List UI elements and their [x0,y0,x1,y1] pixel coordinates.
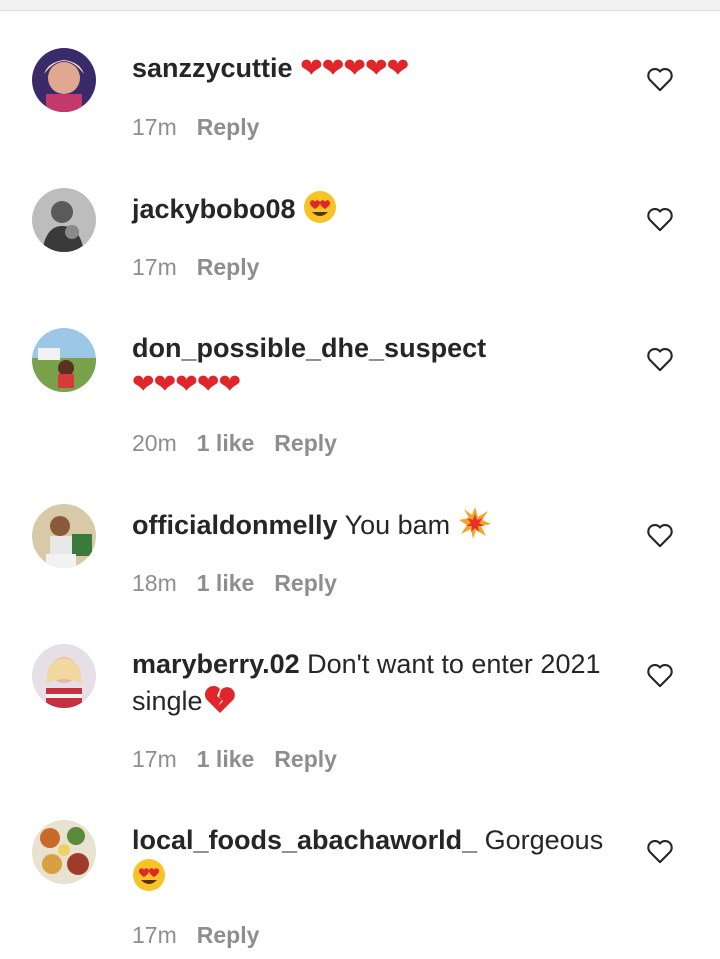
comment-body: officialdonmelly You bam [132,506,622,543]
comment-meta: 17m Reply [132,113,259,141]
comment-text: ❤❤❤❤❤ [300,53,409,84]
comment-time[interactable]: 17m [132,921,177,949]
comment-text: ❤❤❤❤❤ [132,369,241,400]
comment-body: sanzzycuttie ❤❤❤❤❤ [132,50,622,87]
comment-time[interactable]: 17m [132,745,177,773]
avatar[interactable] [32,188,96,252]
reply-button[interactable]: Reply [197,253,260,281]
reply-button[interactable]: Reply [197,921,260,949]
heart-eyes-emoji-icon [303,190,337,224]
comment-time[interactable]: 20m [132,429,177,457]
comment-meta: 18m 1 like Reply [132,569,337,597]
reply-button[interactable]: Reply [274,745,337,773]
reply-button[interactable]: Reply [274,429,337,457]
likes-count[interactable]: 1 like [197,429,255,457]
comment-body: jackybobo08 [132,190,622,227]
comment-meta: 17m Reply [132,921,259,949]
heart-outline-icon[interactable] [646,66,674,92]
avatar[interactable] [32,820,96,884]
comment-time[interactable]: 17m [132,113,177,141]
likes-count[interactable]: 1 like [197,745,255,773]
comment-text: You bam [344,510,451,540]
comment-username[interactable]: jackybobo08 [132,194,296,224]
heart-outline-icon[interactable] [646,346,674,372]
comment-time[interactable]: 18m [132,569,177,597]
comment-body: local_foods_abachaworld_ Gorgeous [132,822,622,895]
reply-button[interactable]: Reply [197,113,260,141]
avatar[interactable] [32,48,96,112]
avatar[interactable] [32,644,96,708]
comment-body: don_possible_dhe_suspect ❤❤❤❤❤ [132,330,622,403]
comment-username[interactable]: sanzzycuttie [132,53,293,83]
comment-text: Gorgeous [484,825,604,855]
comment-meta: 20m 1 like Reply [132,429,337,457]
comment-body: maryberry.02 Don't want to enter 2021 si… [132,646,622,719]
heart-outline-icon[interactable] [646,206,674,232]
likes-count[interactable]: 1 like [197,569,255,597]
heart-eyes-emoji-icon [132,858,166,892]
comment-username[interactable]: officialdonmelly [132,510,338,540]
comment-username[interactable]: don_possible_dhe_suspect [132,333,486,363]
comment-username[interactable]: local_foods_abachaworld_ [132,825,477,855]
comment-meta: 17m Reply [132,253,259,281]
heart-outline-icon[interactable] [646,662,674,688]
heart-outline-icon[interactable] [646,522,674,548]
top-divider-bar [0,0,720,11]
collision-emoji-icon [458,506,492,540]
heart-outline-icon[interactable] [646,838,674,864]
comment-username[interactable]: maryberry.02 [132,649,300,679]
avatar[interactable] [32,328,96,392]
comment-meta: 17m 1 like Reply [132,745,337,773]
reply-button[interactable]: Reply [274,569,337,597]
avatar[interactable] [32,504,96,568]
comment-time[interactable]: 17m [132,253,177,281]
broken-heart-emoji-icon [203,682,237,716]
